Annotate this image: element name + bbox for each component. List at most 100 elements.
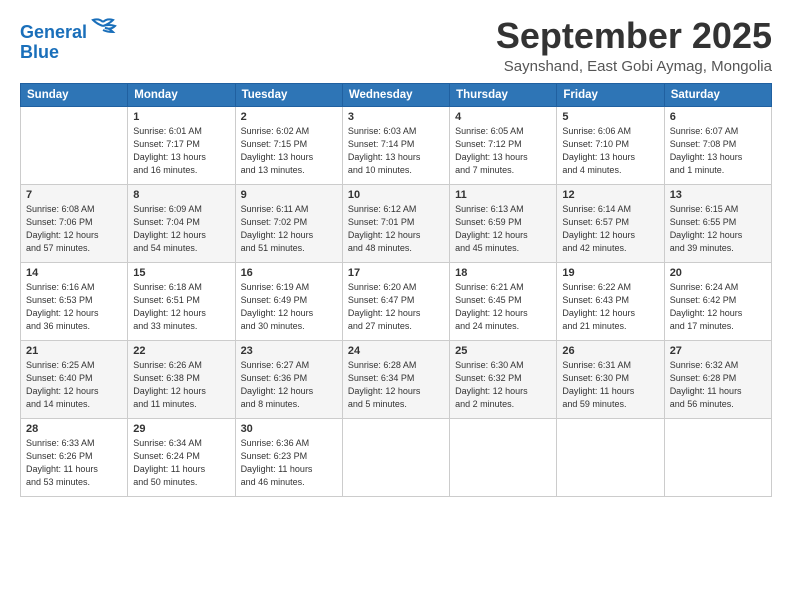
calendar-header-row: SundayMondayTuesdayWednesdayThursdayFrid…: [21, 83, 772, 106]
day-number: 22: [133, 345, 229, 357]
calendar-cell: 28 Sunrise: 6:33 AM Sunset: 6:26 PM Dayli…: [21, 418, 128, 496]
calendar-week-2: 7 Sunrise: 6:08 AM Sunset: 7:06 PM Daylig…: [21, 184, 772, 262]
col-header-monday: Monday: [128, 83, 235, 106]
day-number: 2: [241, 111, 337, 123]
calendar-cell: 27 Sunrise: 6:32 AM Sunset: 6:28 PM Dayli…: [664, 340, 771, 418]
calendar-cell: 18 Sunrise: 6:21 AM Sunset: 6:45 PM Dayli…: [450, 262, 557, 340]
calendar-cell: 3 Sunrise: 6:03 AM Sunset: 7:14 PM Daylig…: [342, 106, 449, 184]
day-info: Sunrise: 6:19 AM Sunset: 6:49 PM Dayligh…: [241, 281, 337, 333]
day-info: Sunrise: 6:36 AM Sunset: 6:23 PM Dayligh…: [241, 437, 337, 489]
day-number: 4: [455, 111, 551, 123]
day-number: 1: [133, 111, 229, 123]
day-info: Sunrise: 6:09 AM Sunset: 7:04 PM Dayligh…: [133, 203, 229, 255]
day-number: 10: [348, 189, 444, 201]
calendar-cell: 22 Sunrise: 6:26 AM Sunset: 6:38 PM Dayli…: [128, 340, 235, 418]
day-info: Sunrise: 6:06 AM Sunset: 7:10 PM Dayligh…: [562, 125, 658, 177]
col-header-saturday: Saturday: [664, 83, 771, 106]
calendar-cell: 7 Sunrise: 6:08 AM Sunset: 7:06 PM Daylig…: [21, 184, 128, 262]
calendar-week-1: 1Sunrise: 6:01 AM Sunset: 7:17 PM Daylig…: [21, 106, 772, 184]
day-number: 28: [26, 423, 122, 435]
calendar-week-5: 28 Sunrise: 6:33 AM Sunset: 6:26 PM Dayli…: [21, 418, 772, 496]
day-number: 30: [241, 423, 337, 435]
day-number: 26: [562, 345, 658, 357]
subtitle: Saynshand, East Gobi Aymag, Mongolia: [496, 58, 772, 75]
col-header-sunday: Sunday: [21, 83, 128, 106]
day-info: Sunrise: 6:34 AM Sunset: 6:24 PM Dayligh…: [133, 437, 229, 489]
day-number: 17: [348, 267, 444, 279]
day-number: 11: [455, 189, 551, 201]
calendar-cell: 6 Sunrise: 6:07 AM Sunset: 7:08 PM Daylig…: [664, 106, 771, 184]
day-info: Sunrise: 6:32 AM Sunset: 6:28 PM Dayligh…: [670, 359, 766, 411]
day-number: 6: [670, 111, 766, 123]
logo-general: General: [20, 22, 87, 42]
day-number: 24: [348, 345, 444, 357]
day-number: 23: [241, 345, 337, 357]
col-header-wednesday: Wednesday: [342, 83, 449, 106]
calendar-cell: 21Sunrise: 6:25 AM Sunset: 6:40 PM Dayli…: [21, 340, 128, 418]
day-info: Sunrise: 6:11 AM Sunset: 7:02 PM Dayligh…: [241, 203, 337, 255]
day-info: Sunrise: 6:14 AM Sunset: 6:57 PM Dayligh…: [562, 203, 658, 255]
day-number: 27: [670, 345, 766, 357]
day-info: Sunrise: 6:07 AM Sunset: 7:08 PM Dayligh…: [670, 125, 766, 177]
day-number: 7: [26, 189, 122, 201]
logo-blue: Blue: [20, 42, 59, 62]
calendar-table: SundayMondayTuesdayWednesdayThursdayFrid…: [20, 83, 772, 497]
day-info: Sunrise: 6:26 AM Sunset: 6:38 PM Dayligh…: [133, 359, 229, 411]
day-info: Sunrise: 6:03 AM Sunset: 7:14 PM Dayligh…: [348, 125, 444, 177]
day-number: 12: [562, 189, 658, 201]
calendar-cell: [342, 418, 449, 496]
day-info: Sunrise: 6:18 AM Sunset: 6:51 PM Dayligh…: [133, 281, 229, 333]
col-header-thursday: Thursday: [450, 83, 557, 106]
calendar-cell: 25Sunrise: 6:30 AM Sunset: 6:32 PM Dayli…: [450, 340, 557, 418]
day-number: 8: [133, 189, 229, 201]
day-number: 18: [455, 267, 551, 279]
day-info: Sunrise: 6:20 AM Sunset: 6:47 PM Dayligh…: [348, 281, 444, 333]
day-info: Sunrise: 6:08 AM Sunset: 7:06 PM Dayligh…: [26, 203, 122, 255]
calendar-cell: 30 Sunrise: 6:36 AM Sunset: 6:23 PM Dayli…: [235, 418, 342, 496]
calendar-cell: 4 Sunrise: 6:05 AM Sunset: 7:12 PM Daylig…: [450, 106, 557, 184]
month-title: September 2025: [496, 16, 772, 56]
day-number: 20: [670, 267, 766, 279]
day-info: Sunrise: 6:15 AM Sunset: 6:55 PM Dayligh…: [670, 203, 766, 255]
day-info: Sunrise: 6:21 AM Sunset: 6:45 PM Dayligh…: [455, 281, 551, 333]
day-info: Sunrise: 6:16 AM Sunset: 6:53 PM Dayligh…: [26, 281, 122, 333]
calendar-cell: 19 Sunrise: 6:22 AM Sunset: 6:43 PM Dayli…: [557, 262, 664, 340]
calendar-cell: 5Sunrise: 6:06 AM Sunset: 7:10 PM Daylig…: [557, 106, 664, 184]
day-info: Sunrise: 6:27 AM Sunset: 6:36 PM Dayligh…: [241, 359, 337, 411]
day-info: Sunrise: 6:28 AM Sunset: 6:34 PM Dayligh…: [348, 359, 444, 411]
day-number: 21: [26, 345, 122, 357]
page: General Blue September 2025 Saynshand, E…: [0, 0, 792, 612]
calendar-cell: 17 Sunrise: 6:20 AM Sunset: 6:47 PM Dayli…: [342, 262, 449, 340]
calendar-cell: 16 Sunrise: 6:19 AM Sunset: 6:49 PM Dayli…: [235, 262, 342, 340]
day-info: Sunrise: 6:31 AM Sunset: 6:30 PM Dayligh…: [562, 359, 658, 411]
calendar-cell: 13 Sunrise: 6:15 AM Sunset: 6:55 PM Dayli…: [664, 184, 771, 262]
calendar-cell: 23 Sunrise: 6:27 AM Sunset: 6:36 PM Dayli…: [235, 340, 342, 418]
day-number: 13: [670, 189, 766, 201]
day-info: Sunrise: 6:12 AM Sunset: 7:01 PM Dayligh…: [348, 203, 444, 255]
day-info: Sunrise: 6:13 AM Sunset: 6:59 PM Dayligh…: [455, 203, 551, 255]
calendar-cell: 14 Sunrise: 6:16 AM Sunset: 6:53 PM Dayli…: [21, 262, 128, 340]
header: General Blue September 2025 Saynshand, E…: [20, 16, 772, 75]
day-info: Sunrise: 6:24 AM Sunset: 6:42 PM Dayligh…: [670, 281, 766, 333]
calendar-cell: 1Sunrise: 6:01 AM Sunset: 7:17 PM Daylig…: [128, 106, 235, 184]
day-info: Sunrise: 6:22 AM Sunset: 6:43 PM Dayligh…: [562, 281, 658, 333]
calendar-cell: 20 Sunrise: 6:24 AM Sunset: 6:42 PM Dayli…: [664, 262, 771, 340]
day-number: 15: [133, 267, 229, 279]
calendar-cell: 15 Sunrise: 6:18 AM Sunset: 6:51 PM Dayli…: [128, 262, 235, 340]
day-number: 16: [241, 267, 337, 279]
calendar-cell: [450, 418, 557, 496]
calendar-cell: [21, 106, 128, 184]
calendar-week-3: 14 Sunrise: 6:16 AM Sunset: 6:53 PM Dayli…: [21, 262, 772, 340]
day-number: 29: [133, 423, 229, 435]
day-number: 25: [455, 345, 551, 357]
calendar-cell: 12 Sunrise: 6:14 AM Sunset: 6:57 PM Dayli…: [557, 184, 664, 262]
day-info: Sunrise: 6:02 AM Sunset: 7:15 PM Dayligh…: [241, 125, 337, 177]
calendar-cell: 24 Sunrise: 6:28 AM Sunset: 6:34 PM Dayli…: [342, 340, 449, 418]
day-number: 19: [562, 267, 658, 279]
calendar-week-4: 21Sunrise: 6:25 AM Sunset: 6:40 PM Dayli…: [21, 340, 772, 418]
day-info: Sunrise: 6:05 AM Sunset: 7:12 PM Dayligh…: [455, 125, 551, 177]
day-info: Sunrise: 6:33 AM Sunset: 6:26 PM Dayligh…: [26, 437, 122, 489]
calendar-cell: 2 Sunrise: 6:02 AM Sunset: 7:15 PM Daylig…: [235, 106, 342, 184]
day-number: 14: [26, 267, 122, 279]
day-number: 3: [348, 111, 444, 123]
